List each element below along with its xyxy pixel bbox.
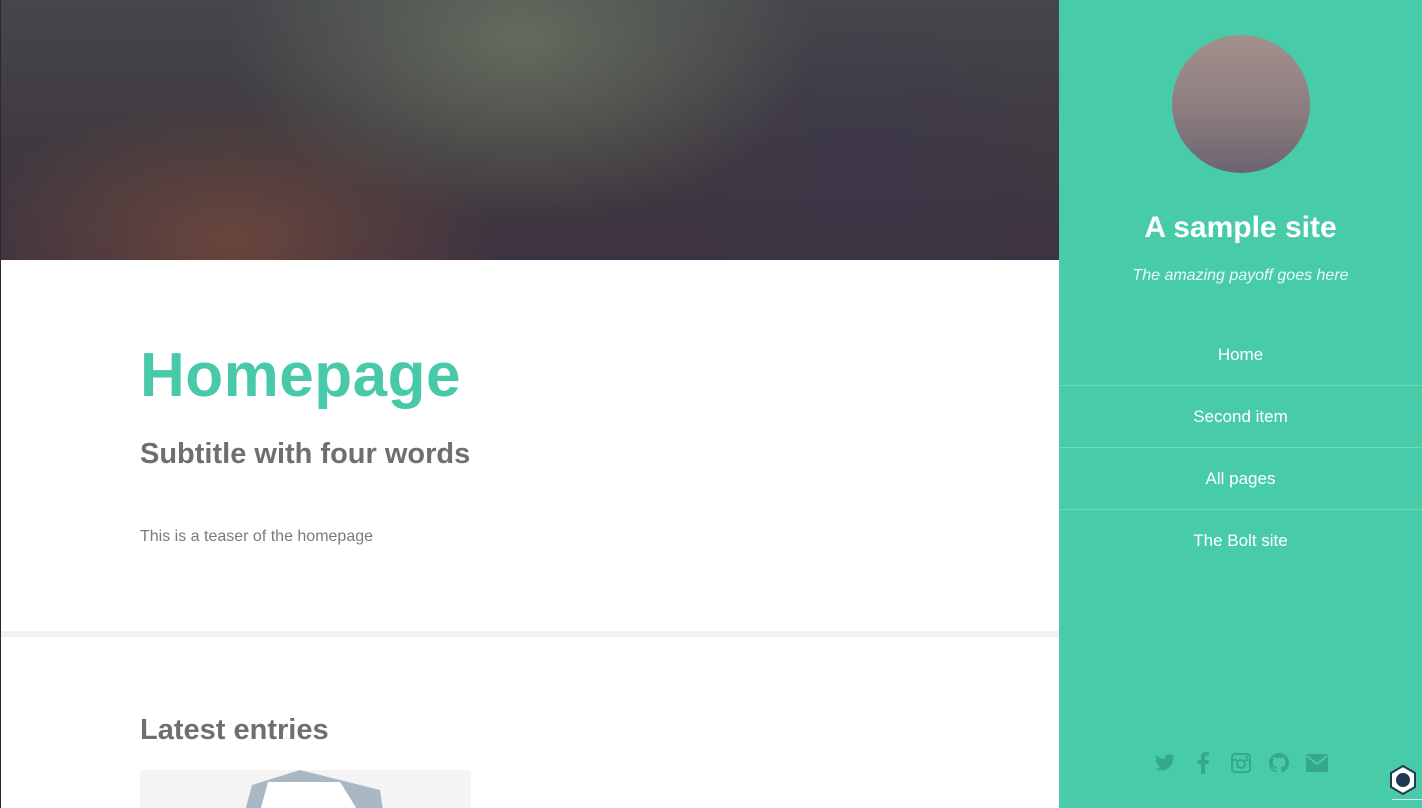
twitter-icon[interactable]	[1154, 750, 1176, 776]
article: Homepage Subtitle with four words This i…	[140, 340, 470, 548]
avatar	[1172, 35, 1310, 173]
site-title[interactable]: A sample site	[1059, 206, 1422, 250]
badge-underline	[1392, 799, 1422, 800]
instagram-icon[interactable]	[1230, 750, 1252, 776]
section-divider	[1, 631, 1059, 637]
sidebar: A sample site The amazing payoff goes he…	[1059, 0, 1422, 808]
page-subtitle: Subtitle with four words	[140, 438, 471, 470]
page: Homepage Subtitle with four words This i…	[0, 0, 1422, 808]
entry-thumbnail-image	[140, 770, 471, 808]
github-icon[interactable]	[1268, 750, 1290, 776]
nav-item-home[interactable]: Home	[1059, 324, 1422, 386]
site-payoff: The amazing payoff goes here	[1132, 267, 1349, 284]
page-title: Homepage	[140, 341, 461, 410]
hero-image	[1, 0, 1059, 260]
nav-item-all-pages[interactable]: All pages	[1059, 448, 1422, 510]
sidebar-nav: Home Second item All pages The Bolt site	[1059, 324, 1422, 571]
nav-item-second-item[interactable]: Second item	[1059, 386, 1422, 448]
main-content: Homepage Subtitle with four words This i…	[0, 0, 1059, 808]
bolt-logo-icon[interactable]	[1388, 764, 1418, 796]
teaser-text: This is a teaser of the homepage	[140, 528, 374, 545]
nav-item-bolt-site[interactable]: The Bolt site	[1059, 510, 1422, 571]
latest-entries-heading: Latest entries	[140, 714, 329, 746]
entry-card[interactable]	[140, 770, 471, 808]
social-links	[1059, 750, 1422, 776]
email-icon[interactable]	[1305, 750, 1328, 776]
facebook-icon[interactable]	[1192, 750, 1214, 776]
